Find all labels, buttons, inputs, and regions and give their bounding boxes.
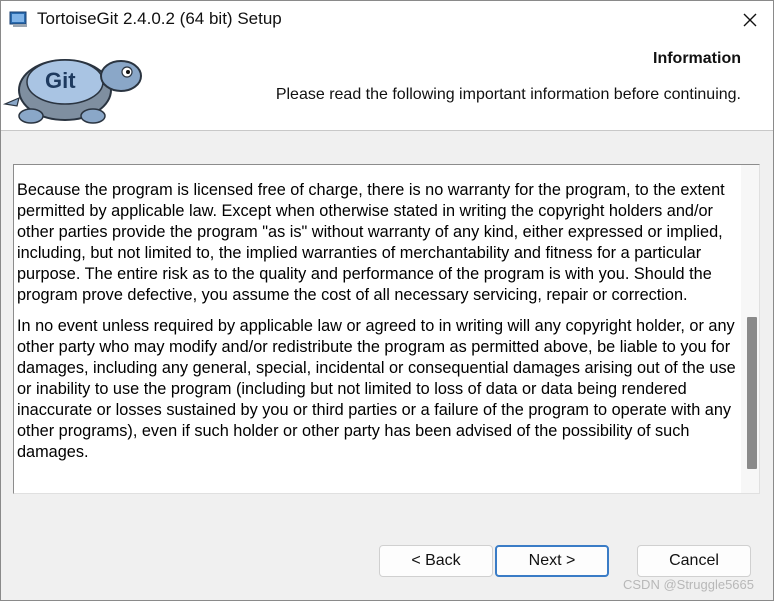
page-subtitle: Please read the following important info…	[275, 86, 741, 103]
vertical-scrollbar[interactable]	[741, 165, 759, 493]
cancel-button[interactable]: Cancel	[637, 545, 751, 577]
window-title: TortoiseGit 2.4.0.2 (64 bit) Setup	[37, 9, 282, 28]
info-paragraph: Because the program is licensed free of …	[17, 181, 725, 304]
logo-text: Git	[45, 68, 76, 93]
page-title: Information	[653, 50, 741, 67]
wizard-header: Git Information Please read the followin…	[1, 38, 773, 131]
close-icon	[743, 13, 757, 26]
information-text: Because the program is licensed free of …	[17, 180, 739, 473]
scroll-thumb[interactable]	[747, 317, 757, 469]
setup-window: TortoiseGit 2.4.0.2 (64 bit) Setup Git I…	[0, 0, 774, 601]
info-paragraph: In no event unless required by applicabl…	[17, 317, 736, 461]
title-bar: TortoiseGit 2.4.0.2 (64 bit) Setup	[1, 1, 773, 38]
installer-icon	[9, 11, 27, 27]
back-button[interactable]: < Back	[379, 545, 493, 577]
close-button[interactable]	[727, 1, 773, 38]
watermark: CSDN @Struggle5665	[623, 577, 754, 592]
next-button[interactable]: Next >	[495, 545, 609, 577]
tortoise-logo-icon: Git	[2, 59, 142, 124]
information-textbox[interactable]: Because the program is licensed free of …	[13, 164, 760, 494]
